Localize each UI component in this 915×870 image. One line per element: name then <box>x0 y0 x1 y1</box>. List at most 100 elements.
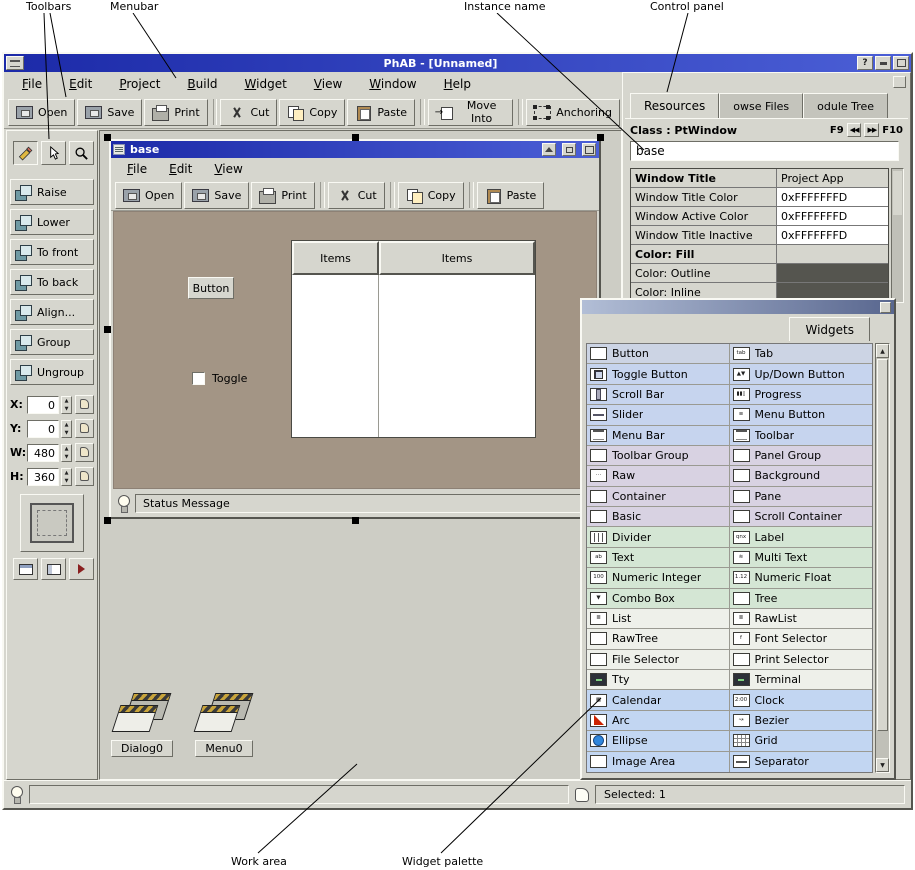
palette-item-panel-group[interactable]: Panel Group <box>730 446 873 466</box>
tab-owse-files[interactable]: owse Files <box>719 93 803 118</box>
base-maximize-button[interactable] <box>582 143 596 156</box>
list-column-2[interactable] <box>379 275 535 437</box>
w-lock-button[interactable] <box>75 443 94 462</box>
palette-item-combo-box[interactable]: ▼Combo Box <box>587 589 730 609</box>
palette-item-numeric-integer[interactable]: 100Numeric Integer <box>587 568 730 588</box>
minimize-button[interactable] <box>875 56 891 70</box>
help-button[interactable]: ? <box>857 56 873 70</box>
select-mode-button[interactable] <box>41 141 66 165</box>
selection-handle[interactable] <box>104 134 111 141</box>
work-area[interactable]: base FileEditView OpenSavePrintCutCopyPa… <box>99 130 622 780</box>
x-stepper[interactable]: ▲▼ <box>61 396 72 414</box>
designed-toggle-widget[interactable]: Toggle <box>192 372 247 385</box>
property-name[interactable]: Window Active Color <box>631 207 777 225</box>
base-titlebar[interactable]: base <box>111 141 599 158</box>
zoom-mode-button[interactable] <box>69 141 94 165</box>
palette-item-toolbar[interactable]: Toolbar <box>730 426 873 446</box>
base-window-menu-icon[interactable] <box>113 144 125 155</box>
palette-close-button[interactable] <box>880 302 891 313</box>
palette-item-up-down-button[interactable]: ▲▼Up/Down Button <box>730 364 873 384</box>
tab-odule-tree[interactable]: odule Tree <box>803 93 888 118</box>
anchoring-button[interactable]: Anchoring <box>526 99 620 126</box>
palette-item-button[interactable]: Button <box>587 344 730 364</box>
to-back-button[interactable]: To back <box>10 269 94 295</box>
palette-item-separator[interactable]: Separator <box>730 752 873 772</box>
align-button[interactable]: Align... <box>10 299 94 325</box>
run-button[interactable] <box>69 558 94 580</box>
raise-button[interactable]: Raise <box>10 179 94 205</box>
save-button[interactable]: Save <box>184 182 249 209</box>
h-lock-button[interactable] <box>75 467 94 486</box>
property-value[interactable] <box>777 245 888 263</box>
main-titlebar[interactable]: PhAB - [Unnamed] ? <box>4 54 911 72</box>
copy-button[interactable]: Copy <box>398 182 464 209</box>
palette-item-scroll-bar[interactable]: Scroll Bar <box>587 385 730 405</box>
palette-item-terminal[interactable]: Terminal <box>730 670 873 690</box>
module-dialog0[interactable]: Dialog0 <box>109 691 175 757</box>
list-header-items-2[interactable]: Items <box>379 241 535 275</box>
palette-item-divider[interactable]: Divider <box>587 527 730 547</box>
lower-button[interactable]: Lower <box>10 209 94 235</box>
palette-item-label[interactable]: qnxLabel <box>730 527 873 547</box>
instance-name-field[interactable]: base <box>630 141 899 161</box>
palette-item-text[interactable]: abText <box>587 548 730 568</box>
w-input[interactable]: 480 <box>27 444 59 462</box>
paste-button[interactable]: Paste <box>477 182 545 209</box>
h-input[interactable]: 360 <box>27 468 59 486</box>
base-restore-button[interactable] <box>562 143 576 156</box>
property-name[interactable]: Window Title Inactive <box>631 226 777 244</box>
palette-item-bezier[interactable]: ↝Bezier <box>730 711 873 731</box>
menu-window[interactable]: Window <box>369 77 416 91</box>
copy-button[interactable]: Copy <box>279 99 345 126</box>
property-value[interactable]: 0xFFFFFFFD <box>777 207 888 225</box>
property-name[interactable]: Window Title <box>631 169 777 187</box>
base-module-window[interactable]: base FileEditView OpenSavePrintCutCopyPa… <box>109 139 601 519</box>
palette-item-rawlist[interactable]: ≣RawList <box>730 609 873 629</box>
scroll-up-button[interactable]: ▲ <box>876 344 889 358</box>
palette-titlebar[interactable] <box>582 300 894 314</box>
list-body[interactable] <box>292 275 535 437</box>
scrollbar-thumb[interactable] <box>893 171 902 215</box>
palette-item-calendar[interactable]: ▦Calendar <box>587 690 730 710</box>
scrollbar-thumb[interactable] <box>877 359 888 731</box>
property-value[interactable] <box>777 264 888 282</box>
selection-handle[interactable] <box>352 517 359 524</box>
menu-view[interactable]: View <box>214 162 242 176</box>
selection-handle[interactable] <box>104 326 111 333</box>
menu-build[interactable]: Build <box>187 77 217 91</box>
palette-item-list[interactable]: ≣List <box>587 609 730 629</box>
palette-item-numeric-float[interactable]: 1.12Numeric Float <box>730 568 873 588</box>
palette-item-multi-text[interactable]: ≋Multi Text <box>730 548 873 568</box>
palette-item-toggle-button[interactable]: Toggle Button <box>587 364 730 384</box>
property-name[interactable]: Color: Outline <box>631 264 777 282</box>
menu-view[interactable]: View <box>314 77 342 91</box>
tab-widgets[interactable]: Widgets <box>789 317 870 341</box>
palette-item-slider[interactable]: Slider <box>587 405 730 425</box>
maximize-button[interactable] <box>893 56 909 70</box>
module-menu0[interactable]: Menu0 <box>191 691 257 757</box>
menu-project[interactable]: Project <box>119 77 160 91</box>
window-view-button[interactable] <box>13 558 38 580</box>
h-stepper[interactable]: ▲▼ <box>61 468 72 486</box>
palette-scrollbar[interactable]: ▲ ▼ <box>875 343 890 773</box>
tab-resources[interactable]: Resources <box>630 93 719 118</box>
palette-item-clock[interactable]: 2:00Clock <box>730 690 873 710</box>
list-column-1[interactable] <box>292 275 379 437</box>
palette-item-scroll-container[interactable]: Scroll Container <box>730 507 873 527</box>
palette-item-rawtree[interactable]: RawTree <box>587 629 730 649</box>
palette-item-tree[interactable]: Tree <box>730 589 873 609</box>
palette-item-arc[interactable]: Arc <box>587 711 730 731</box>
y-lock-button[interactable] <box>75 419 94 438</box>
split-view-button[interactable] <box>41 558 66 580</box>
property-value[interactable]: 0xFFFFFFFD <box>777 226 888 244</box>
y-stepper[interactable]: ▲▼ <box>61 420 72 438</box>
y-input[interactable]: 0 <box>27 420 59 438</box>
property-scrollbar[interactable] <box>891 168 904 303</box>
designed-list-widget[interactable]: Items Items <box>291 240 536 438</box>
menu-edit[interactable]: Edit <box>69 77 92 91</box>
base-window-content[interactable]: Button Toggle Items Items <box>113 211 597 489</box>
list-header-items-1[interactable]: Items <box>292 241 379 275</box>
palette-item-progress[interactable]: ▮▮▯Progress <box>730 385 873 405</box>
palette-item-grid[interactable]: Grid <box>730 731 873 751</box>
print-button[interactable]: Print <box>251 182 314 209</box>
